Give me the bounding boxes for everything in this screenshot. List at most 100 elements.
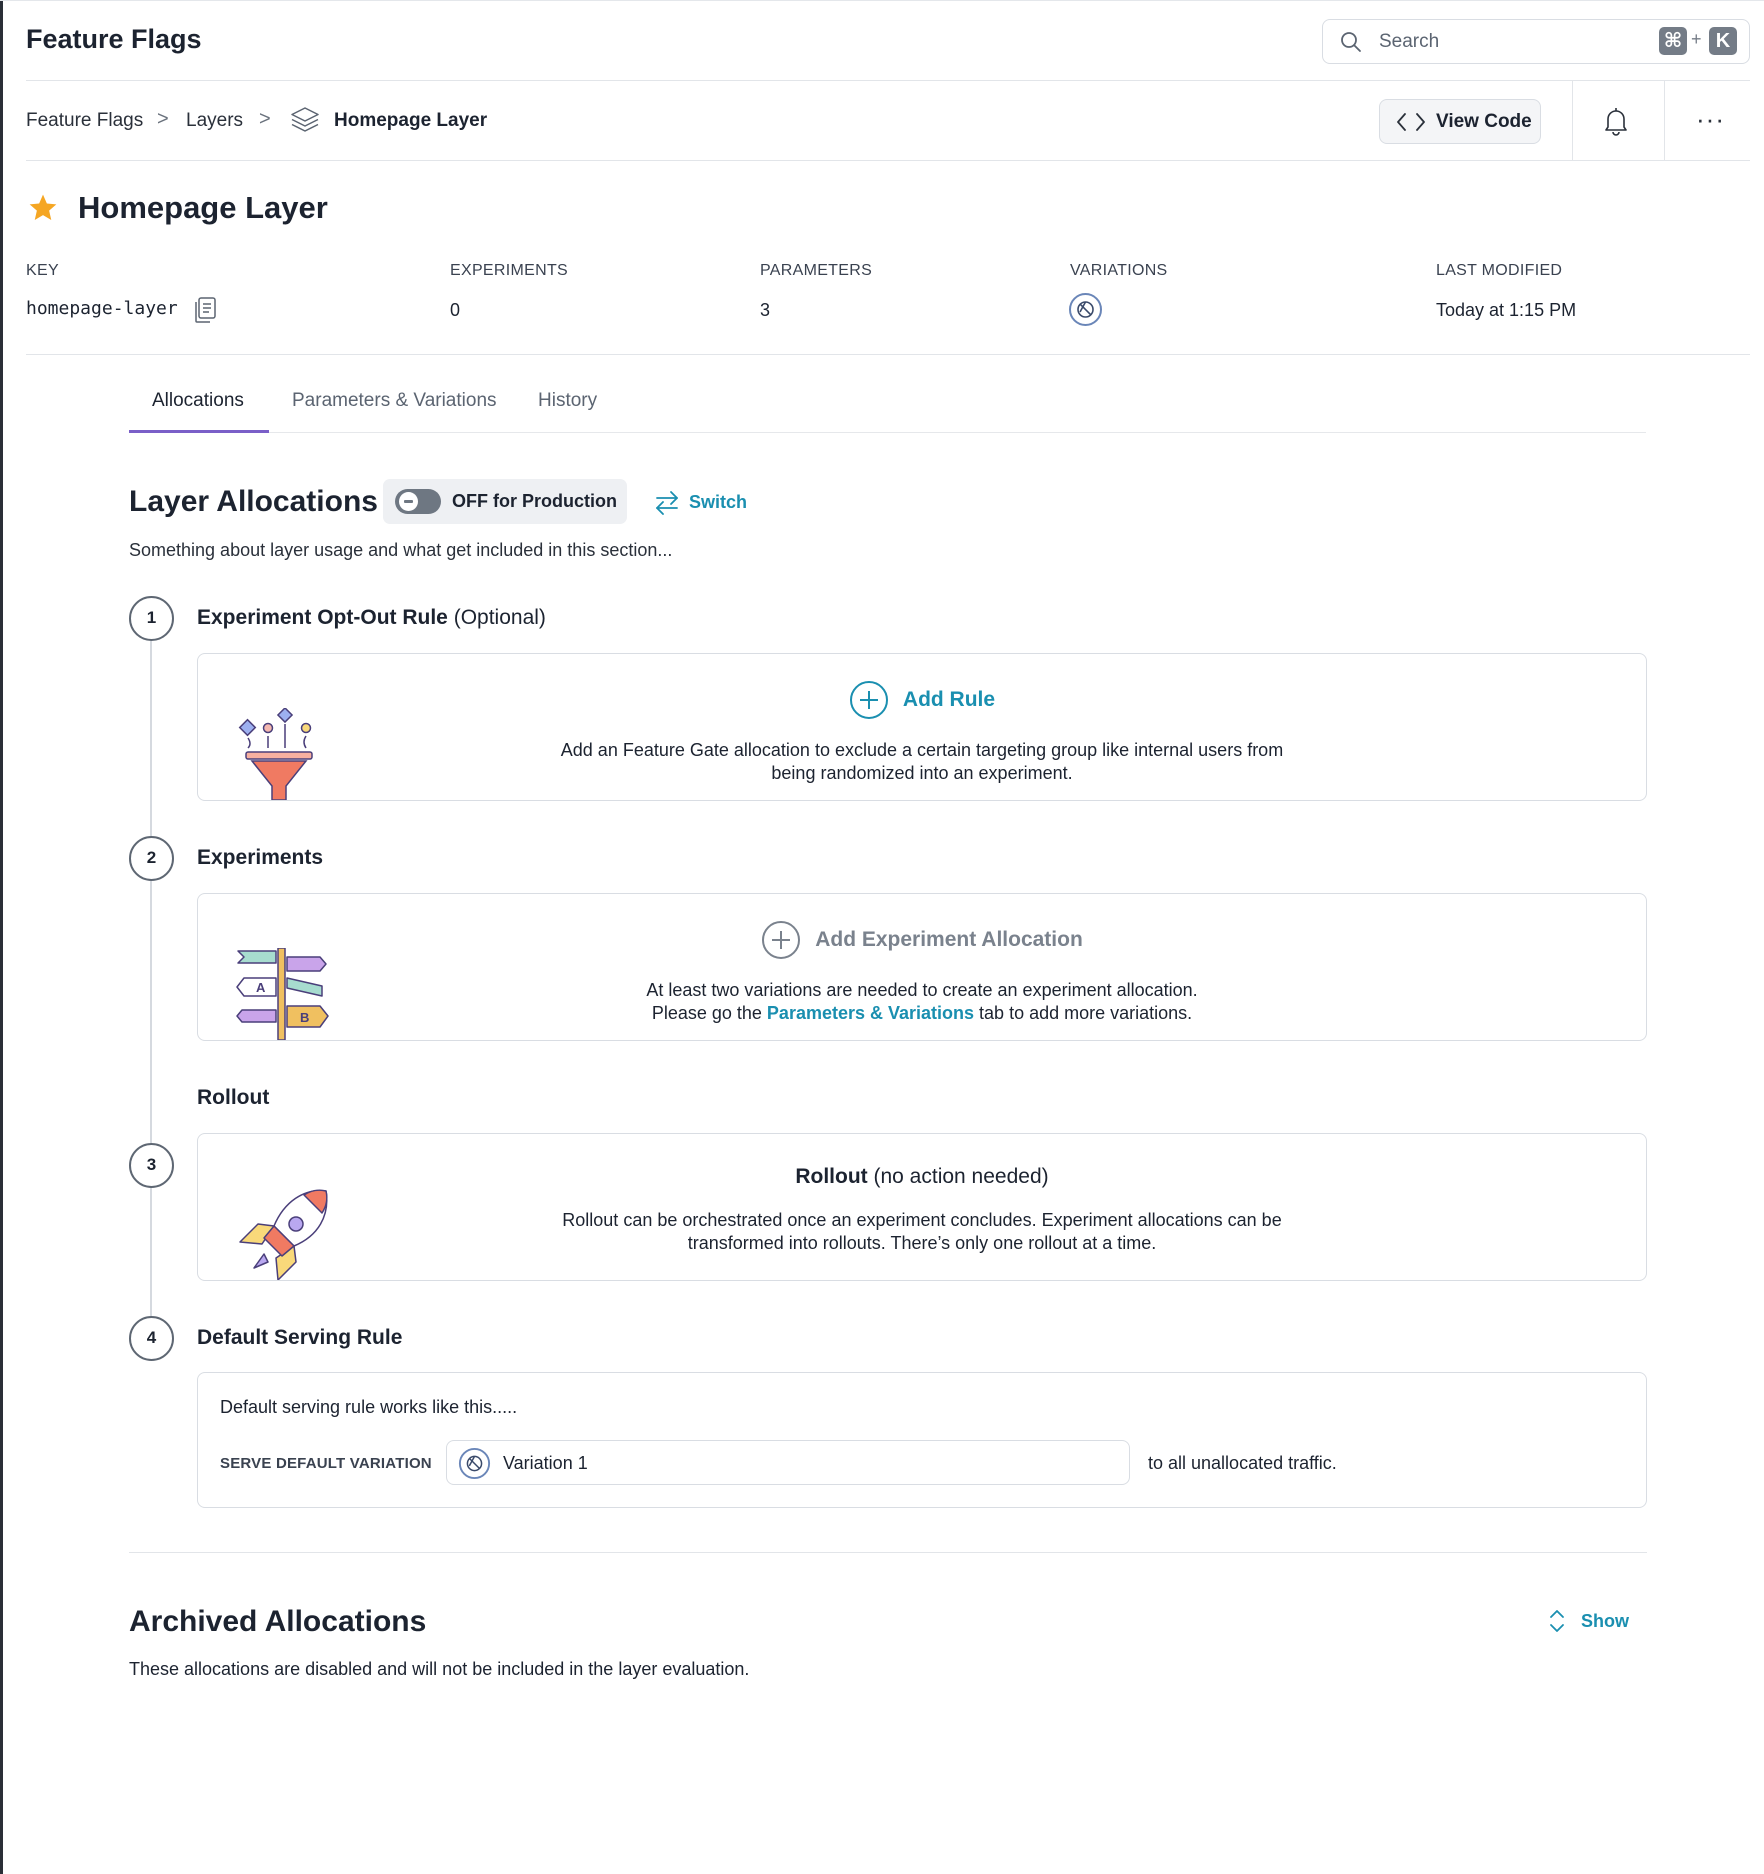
page-title: Homepage Layer [78, 190, 328, 225]
variation-icon [458, 1447, 491, 1480]
default-serving-description: Default serving rule works like this....… [220, 1397, 518, 1417]
breadcrumb-feature-flags[interactable]: Feature Flags [26, 110, 143, 132]
rollout-text-line-1: Rollout can be orchestrated once an expe… [562, 1210, 1282, 1230]
default-variation-select[interactable]: Variation 1 [446, 1440, 1130, 1485]
chevron-up-down-icon [1550, 1610, 1564, 1632]
shortcut-plus: + [1691, 29, 1702, 49]
toggle-label: OFF for Production [452, 491, 617, 511]
add-experiment-allocation-button[interactable]: Add Experiment Allocation [761, 920, 1083, 960]
tab-history[interactable]: History [538, 390, 597, 412]
layer-allocations-description: Something about layer usage and what get… [129, 540, 673, 560]
add-experiment-label: Add Experiment Allocation [815, 928, 1083, 951]
bell-icon[interactable] [1602, 106, 1630, 136]
opt-out-rule-title-text: Experiment Opt-Out Rule [197, 606, 448, 629]
last-modified-value: Today at 1:15 PM [1436, 300, 1577, 320]
step-number-2: 2 [129, 836, 174, 881]
step-number-1: 1 [129, 596, 174, 641]
breadcrumb-layers[interactable]: Layers [186, 110, 243, 132]
show-label: Show [1581, 1611, 1629, 1631]
copy-icon[interactable] [192, 296, 218, 324]
parameters-label: PARAMETERS [760, 262, 873, 279]
rollout-title: Rollout [197, 1086, 270, 1109]
meta-divider [26, 354, 1750, 355]
toggle-switch[interactable] [395, 489, 441, 514]
default-variation-value: Variation 1 [503, 1453, 588, 1473]
switch-environment-button[interactable]: Switch [653, 489, 753, 519]
active-tab-indicator [129, 430, 269, 433]
steps-timeline [150, 640, 152, 1340]
rollout-card: Rollout (no action needed) Rollout can b… [197, 1133, 1647, 1281]
experiments-text-prefix: Please go the [651, 1003, 762, 1023]
search-input[interactable]: Search ⌘ + K [1322, 19, 1750, 64]
experiments-value: 0 [450, 300, 461, 320]
shortcut-k-key: K [1709, 27, 1737, 55]
rollout-heading-bold: Rollout [795, 1165, 868, 1188]
default-serving-rule-title: Default Serving Rule [197, 1326, 403, 1349]
show-archived-button[interactable]: Show [1547, 1606, 1647, 1636]
breadcrumb-current: Homepage Layer [334, 110, 488, 131]
serve-default-variation-label: SERVE DEFAULT VARIATION [220, 1455, 432, 1472]
switch-label: Switch [689, 492, 748, 512]
swap-icon [656, 491, 678, 515]
breadcrumb-separator: > [259, 108, 271, 130]
breadcrumb-separator: > [157, 108, 169, 130]
header-divider [26, 80, 1750, 81]
rollout-description: Rollout can be orchestrated once an expe… [198, 1209, 1646, 1255]
app-title: Feature Flags [26, 24, 202, 54]
toggle-knob [399, 492, 418, 511]
search-placeholder: Search [1379, 31, 1440, 52]
last-modified-label: LAST MODIFIED [1436, 262, 1563, 279]
add-rule-label: Add Rule [902, 688, 996, 711]
add-circle-icon [849, 681, 888, 719]
step-number-4: 4 [129, 1316, 174, 1361]
layer-allocations-title: Layer Allocations [129, 485, 378, 518]
search-icon [1341, 32, 1361, 52]
step-number-3: 3 [129, 1143, 174, 1188]
add-experiment-row: Add Experiment Allocation [198, 920, 1646, 960]
breadcrumb-divider [26, 160, 1750, 161]
default-serving-rule-card: Default serving rule works like this....… [197, 1372, 1647, 1508]
shortcut-cmd-key: ⌘ [1659, 27, 1687, 55]
view-code-label: View Code [1436, 111, 1532, 132]
experiments-description: At least two variations are needed to cr… [198, 979, 1646, 1025]
opt-out-rule-description: Add an Feature Gate allocation to exclud… [198, 739, 1646, 785]
archived-allocations-title: Archived Allocations [129, 1605, 427, 1638]
parameters-value: 3 [760, 300, 771, 320]
more-options-button[interactable]: ··· [1696, 104, 1725, 135]
experiments-text-suffix: tab to add more variations. [979, 1003, 1193, 1023]
add-circle-icon [762, 921, 801, 959]
experiments-title: Experiments [197, 846, 324, 869]
rollout-heading: Rollout (no action needed) [198, 1165, 1646, 1189]
layers-icon [291, 107, 319, 132]
serve-default-tail: to all unallocated traffic. [1148, 1453, 1337, 1473]
window-left-border [0, 0, 3, 1874]
opt-out-text-line-2: being randomized into an experiment. [771, 763, 1073, 783]
view-code-button[interactable]: View Code [1379, 99, 1541, 144]
archived-divider [129, 1552, 1647, 1553]
experiments-card: A B Add Experiment Allocation At least t… [197, 893, 1647, 1041]
variations-label: VARIATIONS [1070, 262, 1168, 279]
toolbar-divider [1664, 80, 1665, 160]
variation-icon [1069, 293, 1102, 326]
optional-tag: (Optional) [453, 606, 546, 629]
add-rule-row: Add Rule [198, 680, 1646, 720]
opt-out-rule-title: Experiment Opt-Out Rule (Optional) [197, 606, 546, 630]
parameters-variations-link[interactable]: Parameters & Variations [767, 1003, 974, 1023]
rollout-text-line-2: transformed into rollouts. There’s only … [687, 1233, 1157, 1253]
add-rule-button[interactable]: Add Rule [849, 680, 995, 720]
tab-parameters-variations[interactable]: Parameters & Variations [292, 390, 497, 412]
experiments-text-line-1: At least two variations are needed to cr… [646, 980, 1198, 1000]
production-toggle[interactable]: OFF for Production [383, 479, 627, 524]
opt-out-text-line-1: Add an Feature Gate allocation to exclud… [560, 740, 1284, 760]
rollout-heading-note: (no action needed) [873, 1165, 1049, 1188]
window-top-border [0, 0, 1764, 1]
archived-allocations-description: These allocations are disabled and will … [129, 1659, 750, 1679]
toolbar-divider [1572, 80, 1573, 160]
key-label: KEY [26, 262, 59, 279]
star-icon[interactable] [27, 192, 59, 224]
tabs-divider [129, 432, 1646, 433]
opt-out-rule-card: Add Rule Add an Feature Gate allocation … [197, 653, 1647, 801]
tab-allocations[interactable]: Allocations [152, 390, 244, 412]
key-value: homepage-layer [26, 298, 178, 319]
code-icon [1397, 113, 1425, 131]
